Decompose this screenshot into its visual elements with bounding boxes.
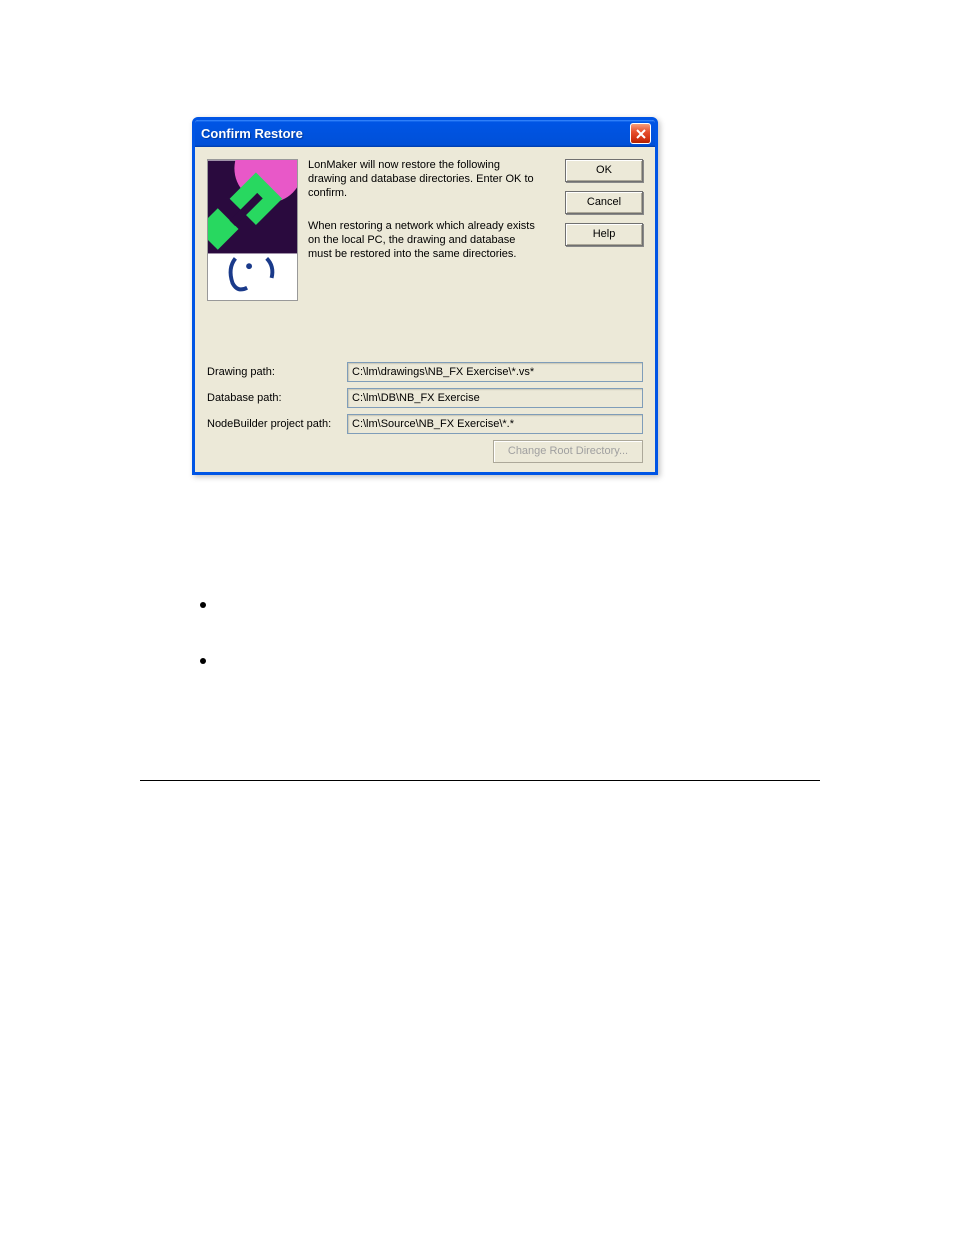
- nodebuilder-path-label: NodeBuilder project path:: [207, 418, 347, 430]
- instruction-text-2: When restoring a network which already e…: [308, 220, 538, 261]
- drawing-path-row: Drawing path: C:\lm\drawings\NB_FX Exerc…: [207, 362, 643, 382]
- change-root-button: Change Root Directory...: [493, 440, 643, 463]
- database-path-field: C:\lm\DB\NB_FX Exercise: [347, 388, 643, 408]
- logo-image: [207, 159, 298, 301]
- bullet-list: [200, 602, 206, 714]
- confirm-restore-dialog: Confirm Restore: [192, 117, 658, 475]
- close-icon: [636, 129, 646, 139]
- bullet-icon: [200, 602, 206, 608]
- drawing-path-label: Drawing path:: [207, 366, 347, 378]
- top-area: LonMaker will now restore the following …: [207, 159, 643, 301]
- lonmaker-logo-icon: [208, 160, 297, 300]
- horizontal-rule: [140, 780, 820, 781]
- change-root-row: Change Root Directory...: [207, 440, 643, 463]
- drawing-path-field: C:\lm\drawings\NB_FX Exercise\*.vs*: [347, 362, 643, 382]
- database-path-row: Database path: C:\lm\DB\NB_FX Exercise: [207, 388, 643, 408]
- message-column: LonMaker will now restore the following …: [308, 159, 555, 301]
- paths-section: Drawing path: C:\lm\drawings\NB_FX Exerc…: [207, 362, 643, 463]
- title-text: Confirm Restore: [201, 126, 303, 141]
- button-column: OK Cancel Help: [565, 159, 643, 301]
- bullet-icon: [200, 658, 206, 664]
- titlebar[interactable]: Confirm Restore: [195, 120, 655, 147]
- instruction-text-1: LonMaker will now restore the following …: [308, 159, 538, 200]
- help-button[interactable]: Help: [565, 223, 643, 246]
- close-button[interactable]: [630, 123, 651, 144]
- cancel-button[interactable]: Cancel: [565, 191, 643, 214]
- ok-button[interactable]: OK: [565, 159, 643, 182]
- dialog-body: LonMaker will now restore the following …: [195, 147, 655, 472]
- nodebuilder-path-field: C:\lm\Source\NB_FX Exercise\*.*: [347, 414, 643, 434]
- database-path-label: Database path:: [207, 392, 347, 404]
- nodebuilder-path-row: NodeBuilder project path: C:\lm\Source\N…: [207, 414, 643, 434]
